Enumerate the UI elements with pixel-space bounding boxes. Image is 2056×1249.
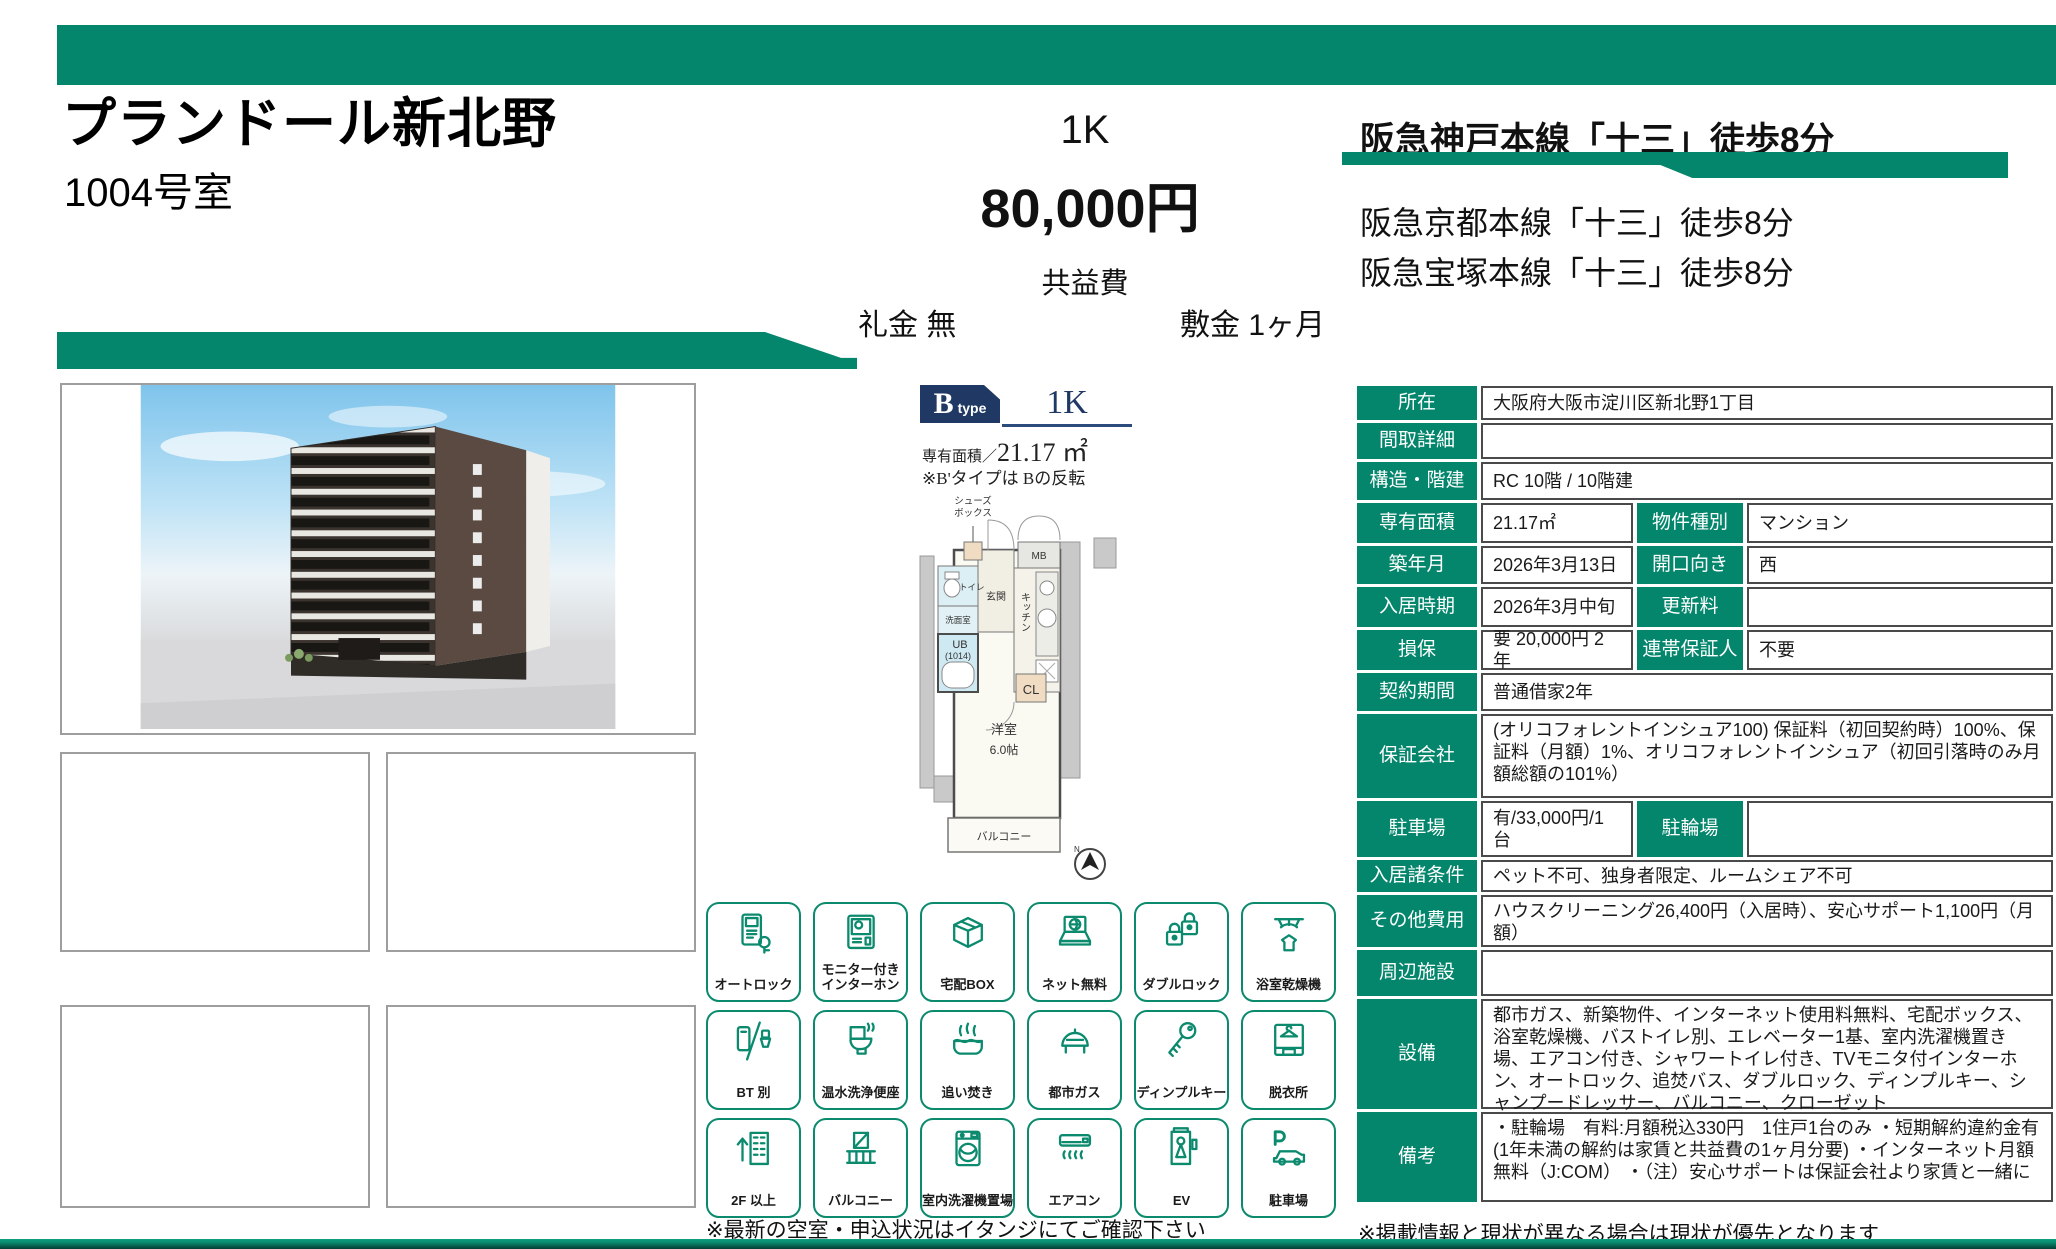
bathroom-dryer-icon [1266, 910, 1312, 956]
delivery-box-icon [945, 910, 991, 956]
feature-tile-city-gas: 都市ガス [1027, 1010, 1122, 1110]
table-row: その他費用ハウスクリーニング26,400円（入居時）、安心サポート1,100円（… [1357, 895, 2053, 947]
feature-tile-second-floor-up: 2F 以上 [706, 1118, 801, 1218]
double-lock-icon [1159, 910, 1205, 956]
access-line-2: 阪急京都本線「十三」徒歩8分 [1360, 198, 1794, 244]
toilet-label: トイレ [959, 582, 985, 592]
table-row: 設備都市ガス、新築物件、インターネット使用料無料、宅配ボックス、浴室乾燥機、バス… [1357, 999, 2053, 1109]
parking-icon [1266, 1126, 1312, 1172]
type-letter: B [934, 387, 954, 421]
balcony-icon [838, 1126, 884, 1172]
monitor-intercom-icon [838, 910, 884, 956]
feature-tile-indoor-washer: 室内洗濯機置場 [920, 1118, 1015, 1218]
table-row: 入居時期2026年3月中旬更新料 [1357, 587, 2053, 627]
feature-tile-dressing-room: 脱衣所 [1241, 1010, 1336, 1110]
balcony-label: バルコニー [977, 830, 1032, 843]
second-green-band [57, 332, 857, 369]
photo-placeholder-3 [60, 1005, 370, 1208]
feature-tile-parking: 駐車場 [1241, 1118, 1336, 1218]
feature-tile-dimple-key: ディンプルキー [1134, 1010, 1229, 1110]
room-label: 洋室 [991, 722, 1017, 737]
washlet-icon [838, 1018, 884, 1064]
table-row: 入居諸条件ペット不可、独身者限定、ルームシェア不可 [1357, 860, 2053, 892]
feature-tile-balcony: バルコニー [813, 1118, 908, 1218]
feature-tile-autolock: オートロック [706, 902, 801, 1002]
feature-tile-elevator: EV [1134, 1118, 1229, 1218]
access-line-3: 阪急宝塚本線「十三」徒歩8分 [1360, 248, 1794, 294]
photo-placeholder-4 [386, 1005, 696, 1208]
senmen-label: 洗面室 [945, 615, 971, 625]
table-row: 契約期間普通借家2年 [1357, 673, 2053, 711]
ub-label-2: (1014) [945, 651, 971, 661]
genkan-label: 玄関 [986, 590, 1006, 603]
header-green-bar [57, 25, 2056, 85]
table-row: 損保要 20,000円 2年連帯保証人不要 [1357, 630, 2053, 670]
feature-tile-bath-toilet-separate: BT 別 [706, 1010, 801, 1110]
ub-label-1: UB [952, 639, 967, 651]
reheating-bath-icon [945, 1018, 991, 1064]
rent-amount: 80,000円 [900, 182, 1280, 236]
key-money: 礼金 無 [858, 300, 956, 344]
table-row: 保証会社(オリコフォレントインシュア100) 保証料（初回契約時）100%、保証… [1357, 714, 2053, 798]
elevator-icon [1159, 1126, 1205, 1172]
table-row: 所在大阪府大阪市淀川区新北野1丁目 [1357, 386, 2053, 420]
table-row: 築年月2026年3月13日開口向き西 [1357, 546, 2053, 584]
table-row: 間取詳細 [1357, 423, 2053, 459]
table-row: 備考・駐輪場 有料:月額税込330円 1住戸1台のみ ・短期解約違約金有(1年未… [1357, 1112, 2053, 1202]
table-row: 専有面積21.17㎡物件種別マンション [1357, 503, 2053, 543]
feature-tile-double-lock: ダブルロック [1134, 902, 1229, 1002]
autolock-icon [731, 910, 777, 956]
shoes-label-2: ボックス [954, 508, 992, 519]
second-floor-up-icon [731, 1126, 777, 1172]
room-number: 1004号室 [64, 160, 233, 218]
floorplan-underline [1002, 424, 1132, 427]
feature-tile-monitor-intercom: モニター付き インターホン [813, 902, 908, 1002]
cl-label: CL [1023, 682, 1040, 697]
table-row: 周辺施設 [1357, 950, 2053, 996]
photo-placeholder-1 [60, 752, 370, 952]
area-value: 21.17 ㎡ [997, 438, 1088, 467]
property-name: プランドール新北野 [62, 96, 557, 153]
access-underline-bar [1342, 152, 2008, 178]
photo-placeholder-2 [386, 752, 696, 952]
feature-icon-grid: オートロック モニター付き インターホン 宅配BOX ネット無料 ダブルロック … [706, 902, 1338, 1218]
area-label: 専有面積／ [922, 449, 997, 465]
indoor-washer-icon [945, 1126, 991, 1172]
room-size-label: 6.0帖 [990, 742, 1019, 757]
feature-tile-delivery-box: 宅配BOX [920, 902, 1015, 1002]
compass-n-label: N [1074, 845, 1080, 854]
floorplan-type-badge: B type [920, 385, 1000, 423]
feature-tile-air-conditioner: エアコン [1027, 1118, 1122, 1218]
common-fee-label: 共益費 [960, 260, 1210, 302]
shoes-label-1: シューズ [954, 495, 992, 507]
bath-toilet-separate-icon [731, 1018, 777, 1064]
building-photo-frame [60, 383, 696, 735]
feature-tile-reheating-bath: 追い焚き [920, 1010, 1015, 1110]
table-row: 駐車場有/33,000円/1台駐輪場 [1357, 801, 2053, 857]
layout-type: 1K [960, 108, 1210, 153]
feature-tile-free-internet: ネット無料 [1027, 902, 1122, 1002]
floorplan-layout: 1K [1004, 384, 1130, 422]
mb-label: MB [1032, 551, 1047, 562]
property-detail-table: 所在大阪府大阪市淀川区新北野1丁目 間取詳細 構造・階建RC 10階 / 10階… [1357, 386, 2053, 1202]
free-internet-icon [1052, 910, 1098, 956]
building-rendering-image [139, 385, 617, 729]
dimple-key-icon [1159, 1018, 1205, 1064]
kitchen-label: キッチン [1019, 592, 1030, 632]
deposit: 敷金 1ヶ月 [1180, 300, 1325, 344]
dressing-room-icon [1266, 1018, 1312, 1064]
footer-green-bar [0, 1239, 2056, 1249]
feature-tile-bathroom-dryer: 浴室乾燥機 [1241, 902, 1336, 1002]
floorplan-drawing: 玄関 MB シューズ ボックス トイレ 洗面室 UB (1014) キッチン C… [918, 486, 1134, 886]
type-word: type [958, 400, 987, 416]
air-conditioner-icon [1052, 1126, 1098, 1172]
feature-tile-washlet: 温水洗浄便座 [813, 1010, 908, 1110]
table-row: 構造・階建RC 10階 / 10階建 [1357, 462, 2053, 500]
city-gas-icon [1052, 1018, 1098, 1064]
